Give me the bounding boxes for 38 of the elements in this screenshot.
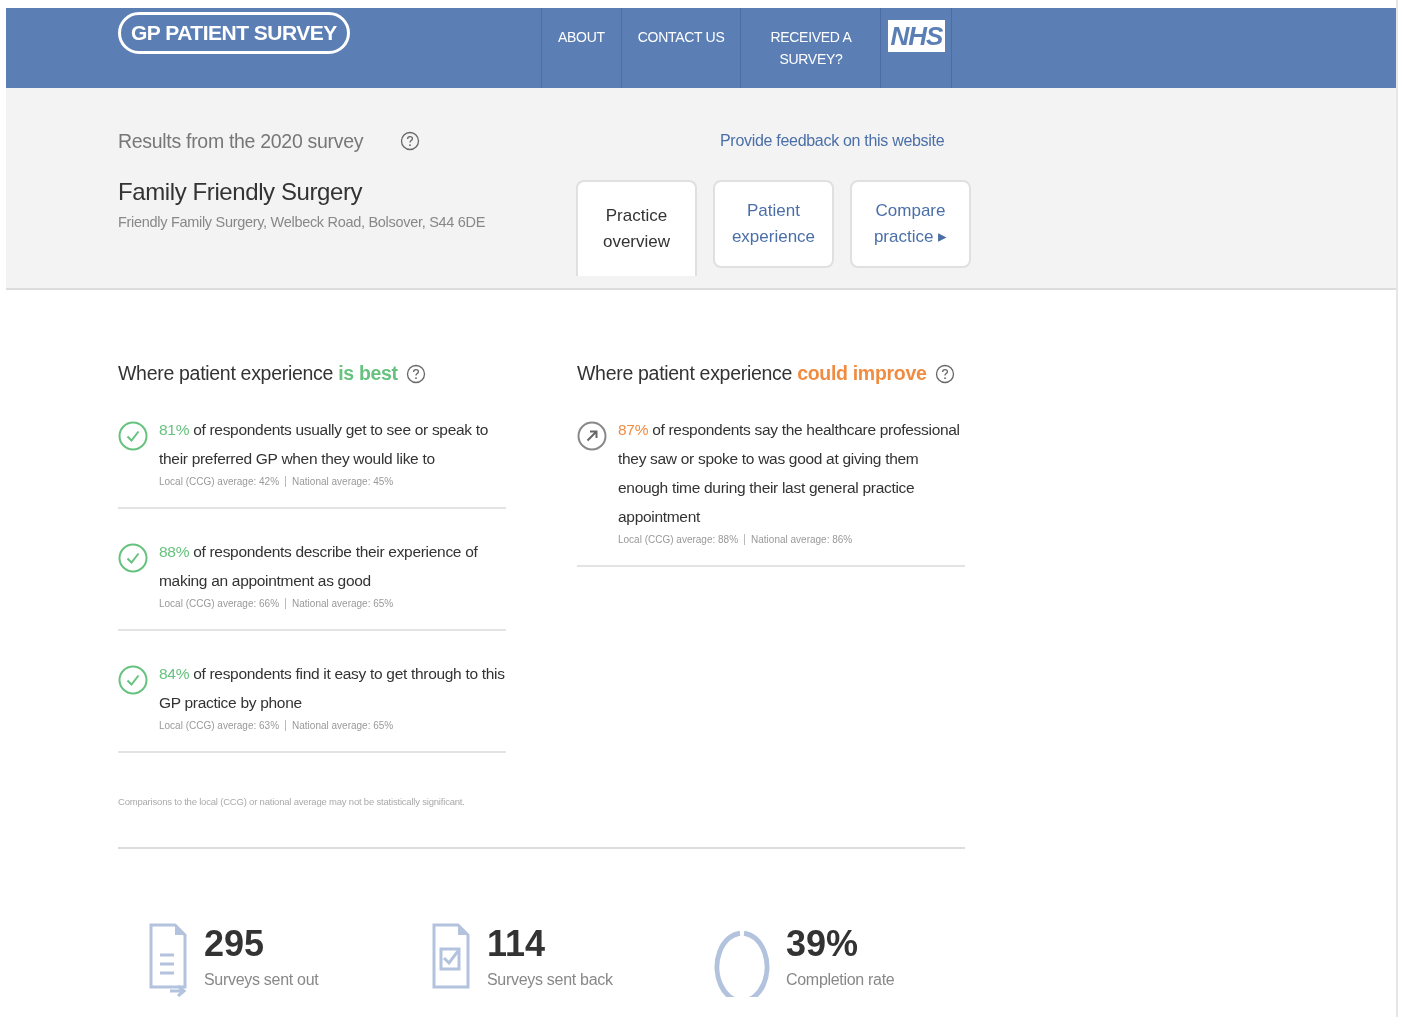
stat-label: Completion rate <box>786 971 895 989</box>
site-logo[interactable]: GP PATIENT SURVEY <box>118 12 350 54</box>
document-icon <box>148 923 188 997</box>
help-icon[interactable] <box>934 363 955 384</box>
practice-address: Friendly Family Surgery, Welbeck Road, Bolsover, S44 6DE <box>118 214 487 230</box>
stat-value: 39% <box>786 923 860 965</box>
nhs-logo: NHS <box>887 20 946 52</box>
survey-year-label: Results from the 2020 survey <box>118 129 365 153</box>
result-statement: 81% of respondents usually get to see or speak to their preferred GP when they would like to <box>159 420 490 469</box>
help-icon[interactable] <box>405 363 426 384</box>
check-circle-icon <box>118 543 148 573</box>
local-average: Local (CCG) average: 66% <box>159 598 280 609</box>
section-heading: Where patient experience is best <box>118 362 398 385</box>
help-icon[interactable] <box>400 131 420 151</box>
national-average: National average: 65% <box>285 720 394 731</box>
national-average: National average: 65% <box>285 598 394 609</box>
stat-value: 295 <box>204 923 266 965</box>
local-average: Local (CCG) average: 63% <box>159 720 280 731</box>
local-average: Local (CCG) average: 42% <box>159 476 280 487</box>
footnote: Comparisons to the local (CCG) or national average may not be statistically significant. <box>118 795 465 809</box>
result-statement: 84% of respondents find it easy to get through to this GP practice by phone <box>159 664 506 713</box>
tab[interactable]: Compare practice ▸ <box>850 180 971 268</box>
check-circle-icon <box>118 665 148 695</box>
local-average: Local (CCG) average: 88% <box>618 534 739 545</box>
check-circle-icon <box>118 421 148 451</box>
national-average: National average: 86% <box>744 534 853 545</box>
tab[interactable]: Practice overview <box>576 180 697 276</box>
feedback-link[interactable]: Provide feedback on this website <box>720 132 945 150</box>
result-statement: 88% of respondents describe their experience of making an appointment as good <box>159 542 479 591</box>
stat-label: Surveys sent out <box>204 971 319 989</box>
practice-name: Family Friendly Surgery <box>118 178 364 206</box>
arrow-circle-icon <box>577 421 607 451</box>
stat-label: Surveys sent back <box>487 971 613 989</box>
section-heading: Where patient experience could improve <box>577 362 927 385</box>
result-statement: 87% of respondents say the healthcare professional they saw or spoke to was good at giving them enough time during their last general practice appointment <box>618 420 961 527</box>
stat-value: 114 <box>487 923 547 965</box>
tab[interactable]: Patient experience <box>713 180 834 268</box>
national-average: National average: 45% <box>285 476 394 487</box>
